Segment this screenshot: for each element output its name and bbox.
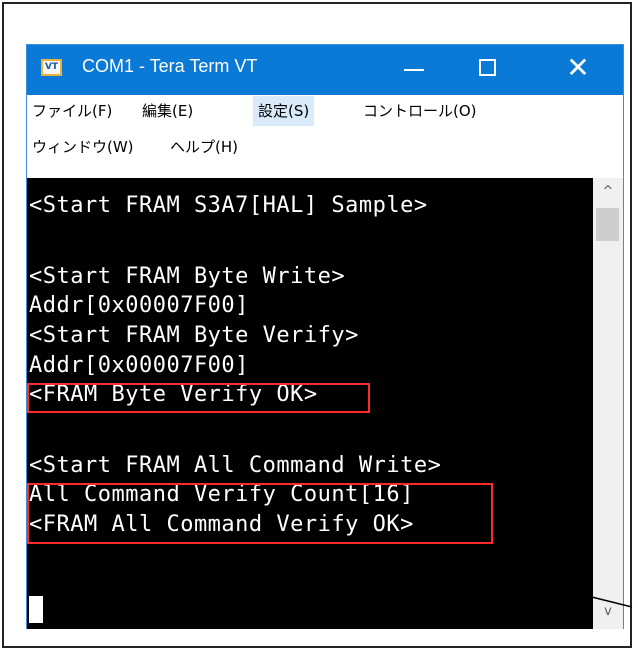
callout-pointer-line <box>486 570 633 608</box>
callout-line <box>486 570 633 608</box>
